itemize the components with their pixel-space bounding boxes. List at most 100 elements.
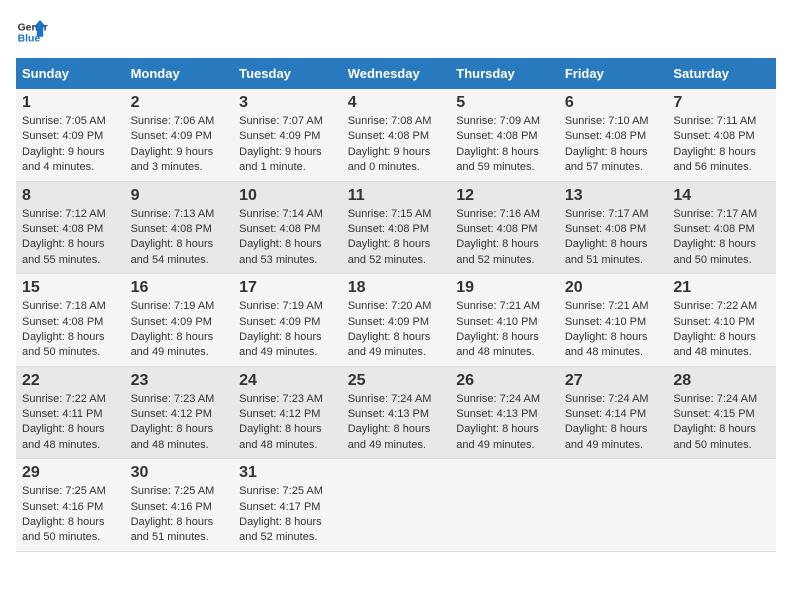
sunrise-line: Sunrise: 7:16 AM — [456, 207, 553, 222]
sunrise-line: Sunrise: 7:22 AM — [673, 299, 770, 314]
calendar-cell — [559, 459, 668, 552]
sunrise-line: Sunrise: 7:21 AM — [456, 299, 553, 314]
sunset-line: Sunset: 4:13 PM — [456, 407, 553, 422]
sunrise-line: Sunrise: 7:24 AM — [456, 392, 553, 407]
day-number: 28 — [673, 372, 770, 390]
calendar-cell: 7 Sunrise: 7:11 AM Sunset: 4:08 PM Dayli… — [667, 89, 776, 181]
sunset-line: Sunset: 4:09 PM — [348, 315, 445, 330]
calendar-cell: 8 Sunrise: 7:12 AM Sunset: 4:08 PM Dayli… — [16, 181, 125, 274]
day-number: 8 — [22, 187, 119, 205]
sunset-line: Sunset: 4:08 PM — [565, 129, 662, 144]
day-number: 1 — [22, 94, 119, 112]
daylight-line: Daylight: 8 hours and 51 minutes. — [565, 237, 662, 268]
daylight-line: Daylight: 8 hours and 50 minutes. — [22, 515, 119, 546]
calendar-cell: 30 Sunrise: 7:25 AM Sunset: 4:16 PM Dayl… — [125, 459, 234, 552]
day-number: 4 — [348, 94, 445, 112]
calendar-cell: 4 Sunrise: 7:08 AM Sunset: 4:08 PM Dayli… — [342, 89, 451, 181]
week-row-2: 8 Sunrise: 7:12 AM Sunset: 4:08 PM Dayli… — [16, 181, 776, 274]
day-number: 22 — [22, 372, 119, 390]
calendar-cell: 28 Sunrise: 7:24 AM Sunset: 4:15 PM Dayl… — [667, 366, 776, 459]
day-number: 7 — [673, 94, 770, 112]
sunrise-line: Sunrise: 7:15 AM — [348, 207, 445, 222]
sunrise-line: Sunrise: 7:23 AM — [131, 392, 228, 407]
day-number: 3 — [239, 94, 336, 112]
day-number: 26 — [456, 372, 553, 390]
daylight-line: Daylight: 8 hours and 49 minutes. — [348, 330, 445, 361]
calendar-cell: 9 Sunrise: 7:13 AM Sunset: 4:08 PM Dayli… — [125, 181, 234, 274]
calendar-cell: 18 Sunrise: 7:20 AM Sunset: 4:09 PM Dayl… — [342, 274, 451, 367]
daylight-line: Daylight: 8 hours and 50 minutes. — [673, 422, 770, 453]
daylight-line: Daylight: 9 hours and 1 minute. — [239, 145, 336, 176]
calendar-cell: 21 Sunrise: 7:22 AM Sunset: 4:10 PM Dayl… — [667, 274, 776, 367]
daylight-line: Daylight: 8 hours and 48 minutes. — [456, 330, 553, 361]
day-number: 18 — [348, 279, 445, 297]
daylight-line: Daylight: 9 hours and 0 minutes. — [348, 145, 445, 176]
day-number: 21 — [673, 279, 770, 297]
sunset-line: Sunset: 4:09 PM — [131, 129, 228, 144]
sunset-line: Sunset: 4:15 PM — [673, 407, 770, 422]
daylight-line: Daylight: 8 hours and 49 minutes. — [565, 422, 662, 453]
daylight-line: Daylight: 8 hours and 49 minutes. — [131, 330, 228, 361]
sunrise-line: Sunrise: 7:17 AM — [673, 207, 770, 222]
calendar-cell: 6 Sunrise: 7:10 AM Sunset: 4:08 PM Dayli… — [559, 89, 668, 181]
sunset-line: Sunset: 4:12 PM — [131, 407, 228, 422]
day-number: 13 — [565, 187, 662, 205]
sunrise-line: Sunrise: 7:25 AM — [131, 484, 228, 499]
sunset-line: Sunset: 4:16 PM — [22, 500, 119, 515]
sunset-line: Sunset: 4:08 PM — [673, 222, 770, 237]
sunrise-line: Sunrise: 7:19 AM — [239, 299, 336, 314]
calendar-cell: 31 Sunrise: 7:25 AM Sunset: 4:17 PM Dayl… — [233, 459, 342, 552]
day-header-sunday: Sunday — [16, 58, 125, 89]
header-row: SundayMondayTuesdayWednesdayThursdayFrid… — [16, 58, 776, 89]
day-number: 5 — [456, 94, 553, 112]
sunrise-line: Sunrise: 7:12 AM — [22, 207, 119, 222]
day-number: 29 — [22, 464, 119, 482]
daylight-line: Daylight: 8 hours and 59 minutes. — [456, 145, 553, 176]
calendar-cell: 2 Sunrise: 7:06 AM Sunset: 4:09 PM Dayli… — [125, 89, 234, 181]
sunrise-line: Sunrise: 7:13 AM — [131, 207, 228, 222]
day-number: 6 — [565, 94, 662, 112]
sunset-line: Sunset: 4:14 PM — [565, 407, 662, 422]
sunset-line: Sunset: 4:09 PM — [22, 129, 119, 144]
sunset-line: Sunset: 4:08 PM — [456, 222, 553, 237]
week-row-1: 1 Sunrise: 7:05 AM Sunset: 4:09 PM Dayli… — [16, 89, 776, 181]
daylight-line: Daylight: 8 hours and 50 minutes. — [22, 330, 119, 361]
sunrise-line: Sunrise: 7:21 AM — [565, 299, 662, 314]
day-number: 19 — [456, 279, 553, 297]
calendar-cell: 24 Sunrise: 7:23 AM Sunset: 4:12 PM Dayl… — [233, 366, 342, 459]
sunset-line: Sunset: 4:08 PM — [22, 222, 119, 237]
logo: General Blue — [16, 16, 48, 48]
header: General Blue — [16, 16, 776, 48]
daylight-line: Daylight: 8 hours and 55 minutes. — [22, 237, 119, 268]
day-header-tuesday: Tuesday — [233, 58, 342, 89]
calendar-cell: 26 Sunrise: 7:24 AM Sunset: 4:13 PM Dayl… — [450, 366, 559, 459]
day-number: 15 — [22, 279, 119, 297]
sunset-line: Sunset: 4:09 PM — [239, 315, 336, 330]
day-header-friday: Friday — [559, 58, 668, 89]
sunset-line: Sunset: 4:10 PM — [456, 315, 553, 330]
daylight-line: Daylight: 8 hours and 50 minutes. — [673, 237, 770, 268]
day-number: 10 — [239, 187, 336, 205]
sunset-line: Sunset: 4:13 PM — [348, 407, 445, 422]
sunrise-line: Sunrise: 7:18 AM — [22, 299, 119, 314]
sunrise-line: Sunrise: 7:10 AM — [565, 114, 662, 129]
daylight-line: Daylight: 8 hours and 48 minutes. — [239, 422, 336, 453]
daylight-line: Daylight: 8 hours and 57 minutes. — [565, 145, 662, 176]
sunrise-line: Sunrise: 7:08 AM — [348, 114, 445, 129]
calendar-table: SundayMondayTuesdayWednesdayThursdayFrid… — [16, 58, 776, 552]
sunset-line: Sunset: 4:10 PM — [673, 315, 770, 330]
day-header-monday: Monday — [125, 58, 234, 89]
sunset-line: Sunset: 4:09 PM — [239, 129, 336, 144]
sunset-line: Sunset: 4:08 PM — [131, 222, 228, 237]
daylight-line: Daylight: 9 hours and 3 minutes. — [131, 145, 228, 176]
sunrise-line: Sunrise: 7:14 AM — [239, 207, 336, 222]
daylight-line: Daylight: 8 hours and 49 minutes. — [456, 422, 553, 453]
sunset-line: Sunset: 4:08 PM — [348, 129, 445, 144]
sunrise-line: Sunrise: 7:06 AM — [131, 114, 228, 129]
daylight-line: Daylight: 9 hours and 4 minutes. — [22, 145, 119, 176]
sunrise-line: Sunrise: 7:23 AM — [239, 392, 336, 407]
calendar-cell: 19 Sunrise: 7:21 AM Sunset: 4:10 PM Dayl… — [450, 274, 559, 367]
day-number: 24 — [239, 372, 336, 390]
sunrise-line: Sunrise: 7:20 AM — [348, 299, 445, 314]
calendar-cell: 3 Sunrise: 7:07 AM Sunset: 4:09 PM Dayli… — [233, 89, 342, 181]
